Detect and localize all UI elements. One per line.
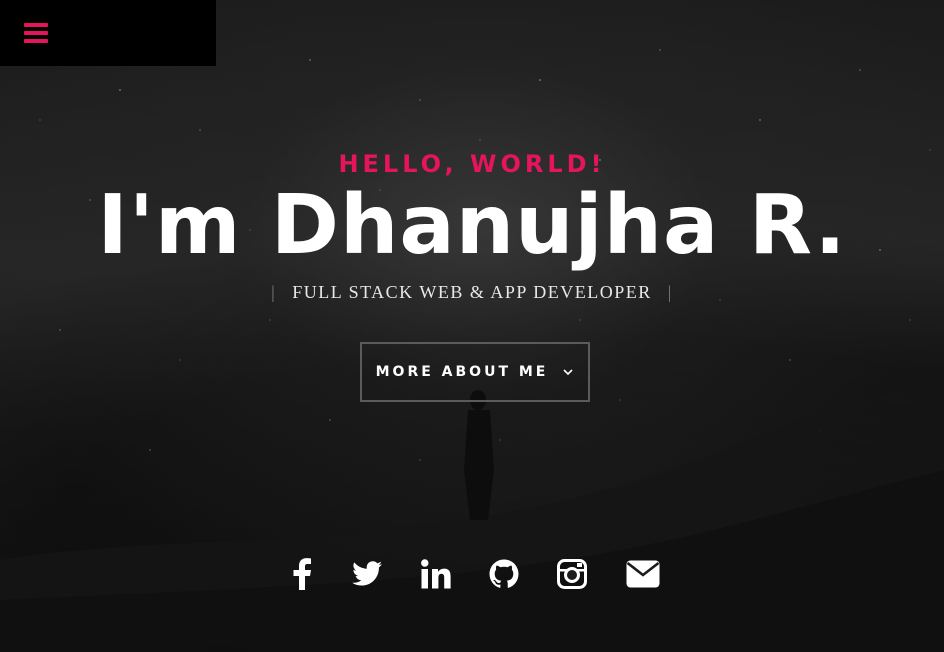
twitter-icon xyxy=(352,561,382,586)
hero-role-text: FULL STACK WEB & APP DEVELOPER xyxy=(292,282,652,302)
silhouette-landscape xyxy=(0,372,944,652)
more-about-me-label: MORE ABOUT ME xyxy=(375,364,549,380)
email-link[interactable] xyxy=(624,556,662,592)
subtitle-separator-right: | xyxy=(667,282,673,302)
standing-figure xyxy=(464,390,494,520)
menu-toggle-panel xyxy=(0,0,216,66)
github-link[interactable] xyxy=(488,556,520,592)
hamburger-menu-icon[interactable] xyxy=(24,23,48,43)
social-links xyxy=(0,556,944,596)
facebook-icon xyxy=(293,558,311,590)
twitter-link[interactable] xyxy=(350,556,384,592)
instagram-link[interactable] xyxy=(556,556,588,592)
hero-name-heading: I'm Dhanujha R. xyxy=(97,178,847,273)
facebook-link[interactable] xyxy=(290,556,314,592)
linkedin-link[interactable] xyxy=(420,556,452,592)
hero-subtitle: | FULL STACK WEB & APP DEVELOPER | xyxy=(0,282,944,303)
more-about-me-button[interactable]: MORE ABOUT ME xyxy=(360,342,590,402)
instagram-icon xyxy=(557,559,587,589)
envelope-icon xyxy=(626,560,660,588)
chevron-down-icon xyxy=(563,369,573,376)
linkedin-icon xyxy=(421,559,451,589)
subtitle-separator-left: | xyxy=(271,282,277,302)
github-icon xyxy=(489,559,519,588)
hero-section xyxy=(0,0,944,652)
hero-greeting: HELLO, WORLD! xyxy=(338,150,606,178)
